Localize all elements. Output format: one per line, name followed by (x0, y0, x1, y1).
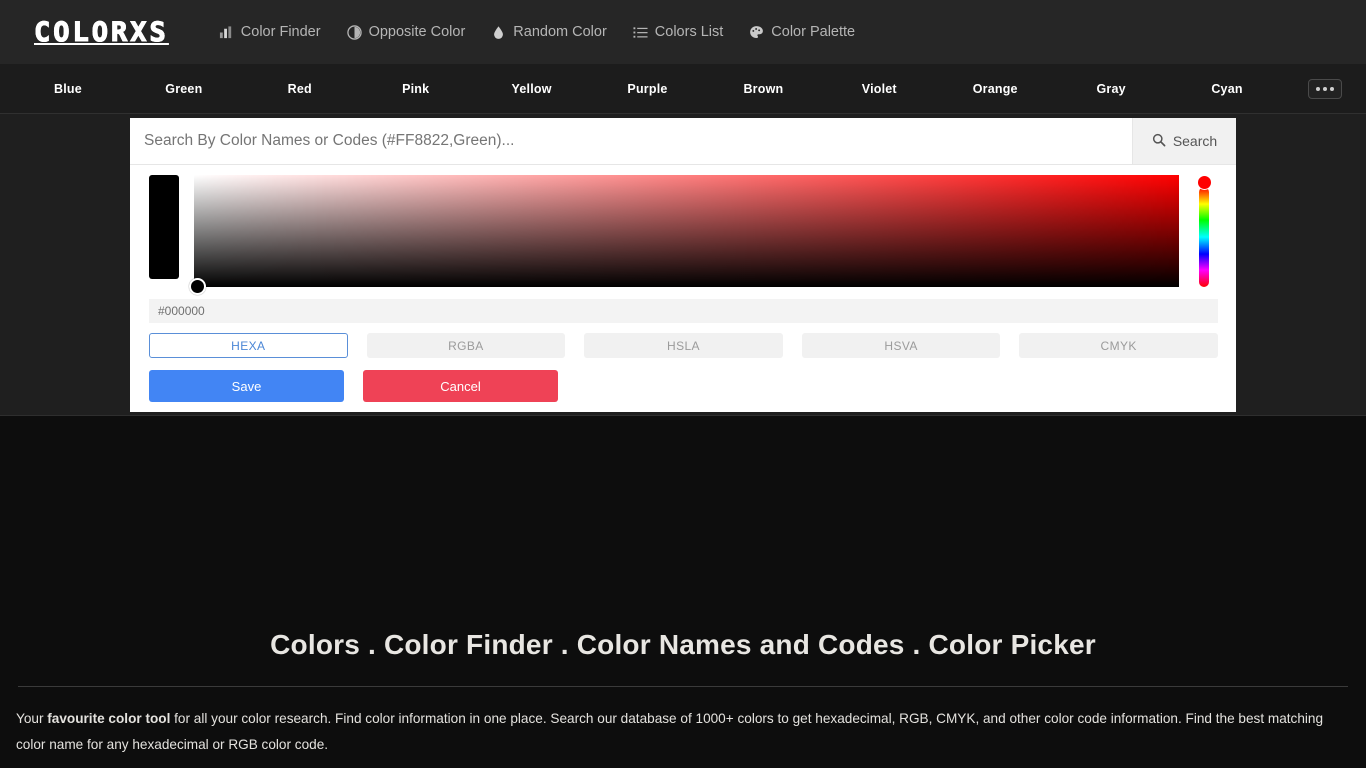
contrast-circle-icon (346, 24, 362, 40)
site-logo[interactable]: COLORXS (28, 17, 175, 48)
saturation-gradient[interactable] (194, 175, 1179, 287)
nav-color-palette-label: Color Palette (771, 24, 856, 40)
save-button[interactable]: Save (149, 370, 344, 402)
color-nav-item-brown[interactable]: Brown (705, 82, 821, 96)
main-content: Colors . Color Finder . Color Names and … (0, 416, 1366, 768)
color-preview-swatch (149, 175, 179, 279)
format-button-cmyk[interactable]: CMYK (1019, 333, 1218, 358)
picker-body: HEXA RGBA HSLA HSVA CMYK Save Cancel (130, 165, 1236, 402)
palette-icon (749, 25, 764, 40)
nav-color-finder-label: Color Finder (240, 24, 321, 40)
color-nav-item-blue[interactable]: Blue (10, 82, 126, 96)
nav-colors-list[interactable]: Colors List (633, 24, 724, 40)
nav-color-palette[interactable]: Color Palette (749, 24, 855, 40)
divider (18, 686, 1348, 687)
hue-slider[interactable] (1190, 175, 1218, 293)
hue-gradient-bar[interactable] (1199, 187, 1209, 287)
nav-colors-list-label: Colors List (654, 24, 724, 40)
format-button-hsla[interactable]: HSLA (584, 333, 783, 358)
color-nav-item-yellow[interactable]: Yellow (474, 82, 590, 96)
nav-opposite-color-label: Opposite Color (368, 24, 466, 40)
color-nav-item-red[interactable]: Red (242, 82, 358, 96)
top-navigation: Color Finder Opposite Color Random Color… (219, 24, 855, 40)
droplet-icon (491, 25, 506, 40)
cancel-button[interactable]: Cancel (363, 370, 558, 402)
hex-value-input[interactable] (149, 299, 1218, 323)
color-format-buttons: HEXA RGBA HSLA HSVA CMYK (149, 333, 1218, 358)
top-header-bar: COLORXS Color Finder Opposite Color Rand… (0, 0, 1366, 64)
color-nav-item-green[interactable]: Green (126, 82, 242, 96)
color-picker-section: Search HEXA RGBA HSLA HSVA (0, 114, 1366, 416)
dot-icon (1330, 86, 1334, 91)
intro-rest: for all your color research. Find color … (16, 711, 1324, 752)
search-bar: Search (130, 118, 1236, 165)
saturation-value-area[interactable] (189, 175, 1179, 295)
color-picker-panel: Search HEXA RGBA HSLA HSVA (130, 118, 1236, 412)
nav-random-color-label: Random Color (513, 24, 607, 40)
dot-icon (1316, 86, 1320, 91)
color-nav-item-violet[interactable]: Violet (821, 82, 937, 96)
format-button-hsva[interactable]: HSVA (801, 333, 1001, 358)
nav-opposite-color[interactable]: Opposite Color (346, 24, 466, 40)
saturation-thumb[interactable] (189, 278, 206, 295)
intro-lead: Your (16, 711, 48, 726)
color-nav-item-cyan[interactable]: Cyan (1169, 82, 1285, 96)
search-button-label: Search (1172, 133, 1218, 149)
intro-bold: favourite color tool (47, 711, 171, 726)
picker-action-buttons: Save Cancel (149, 370, 1218, 402)
dot-icon (1323, 86, 1327, 91)
list-icon (633, 25, 648, 40)
bar-chart-icon (219, 25, 234, 40)
search-icon (1152, 133, 1166, 150)
format-button-rgba[interactable]: RGBA (366, 333, 566, 358)
search-button[interactable]: Search (1132, 118, 1236, 164)
format-button-hexa[interactable]: HEXA (149, 333, 348, 358)
nav-color-finder[interactable]: Color Finder (219, 24, 321, 40)
intro-paragraph: Your favourite color tool for all your c… (16, 706, 1350, 758)
color-nav-item-pink[interactable]: Pink (358, 82, 474, 96)
color-nav-item-orange[interactable]: Orange (937, 82, 1053, 96)
color-nav-item-gray[interactable]: Gray (1053, 82, 1169, 96)
nav-random-color[interactable]: Random Color (491, 24, 607, 40)
page-title: Colors . Color Finder . Color Names and … (270, 629, 1096, 660)
color-category-list: Blue Green Red Pink Yellow Purple Brown … (0, 82, 1285, 96)
search-input[interactable] (130, 118, 1132, 164)
picker-gradient-row (149, 175, 1218, 295)
color-nav-item-purple[interactable]: Purple (590, 82, 706, 96)
more-categories-button[interactable] (1308, 78, 1342, 99)
hue-slider-thumb[interactable] (1197, 175, 1212, 190)
color-category-nav: Blue Green Red Pink Yellow Purple Brown … (0, 64, 1366, 114)
